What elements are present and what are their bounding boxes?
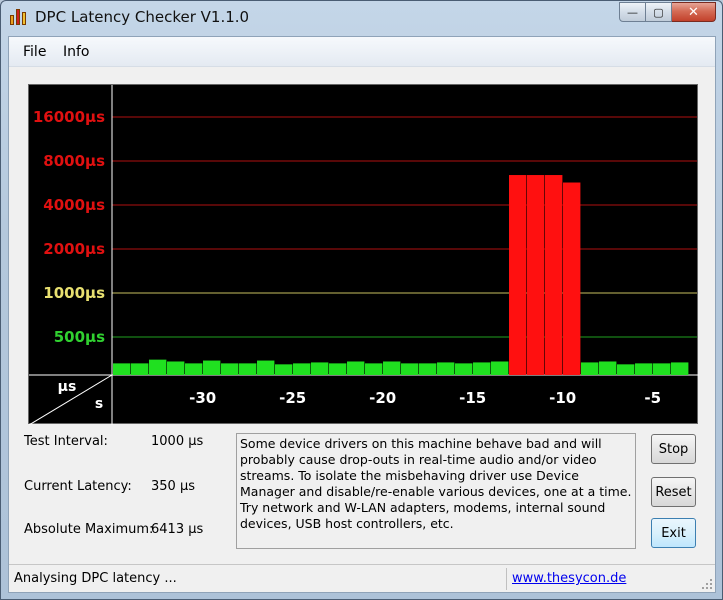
minimize-icon: — xyxy=(627,5,638,19)
current-latency-label: Current Latency: xyxy=(24,479,132,494)
close-button[interactable]: ✕ xyxy=(672,2,716,22)
bar xyxy=(635,363,653,375)
maximize-icon: ▢ xyxy=(653,5,664,19)
absolute-maximum-value: 6413 µs xyxy=(151,522,204,537)
absolute-maximum-label: Absolute Maximum: xyxy=(24,522,154,537)
bar xyxy=(401,363,419,375)
bar xyxy=(293,363,311,375)
y-tick-label: 8000µs xyxy=(43,152,105,170)
bar xyxy=(527,175,545,375)
exit-button[interactable]: Exit xyxy=(651,518,696,548)
bar xyxy=(311,362,329,375)
test-interval-label: Test Interval: xyxy=(24,434,108,449)
bar xyxy=(653,363,671,375)
bar xyxy=(131,363,149,375)
y-tick-label: 1000µs xyxy=(43,284,105,302)
x-tick-label: -30 xyxy=(189,389,216,407)
website-link[interactable]: www.thesycon.de xyxy=(512,571,626,586)
app-logo-icon xyxy=(9,7,27,25)
bar xyxy=(473,362,491,375)
y-tick-label: 4000µs xyxy=(43,196,105,214)
menu-bar: File Info xyxy=(9,37,715,67)
bar xyxy=(257,360,275,375)
x-tick-label: -15 xyxy=(459,389,486,407)
reset-button[interactable]: Reset xyxy=(651,477,696,507)
bar xyxy=(149,359,167,375)
window-title: DPC Latency Checker V1.1.0 xyxy=(35,8,250,26)
bar xyxy=(185,363,203,375)
status-text: Analysing DPC latency ... xyxy=(14,571,177,586)
app-window: DPC Latency Checker V1.1.0 — ▢ ✕ File In… xyxy=(0,0,723,600)
bar xyxy=(563,182,581,375)
client-area: File Info 16000µs 8000µs 4000µs 2000µs 1000µ… xyxy=(8,36,716,593)
minimize-button[interactable]: — xyxy=(619,2,646,22)
driver-message: Some device drivers on this machine beha… xyxy=(236,433,636,549)
latency-chart: 16000µs 8000µs 4000µs 2000µs 1000µs 500µs µs s -… xyxy=(28,84,699,425)
bar xyxy=(599,361,617,375)
menu-file[interactable]: File xyxy=(23,44,46,60)
bar xyxy=(437,362,455,375)
bar xyxy=(419,363,437,375)
bar xyxy=(617,364,635,375)
menu-info[interactable]: Info xyxy=(63,44,90,60)
bar xyxy=(203,360,221,375)
title-bar[interactable]: DPC Latency Checker V1.1.0 — ▢ ✕ xyxy=(1,1,722,35)
stop-button[interactable]: Stop xyxy=(651,434,696,464)
x-tick-label: -5 xyxy=(644,389,661,407)
bar xyxy=(275,364,293,375)
bar xyxy=(581,362,599,375)
bar xyxy=(347,361,365,375)
bar xyxy=(329,363,347,375)
bar xyxy=(221,363,239,375)
resize-grip-icon[interactable] xyxy=(701,578,713,590)
maximize-button[interactable]: ▢ xyxy=(646,2,672,22)
latency-chart-plot: 16000µs 8000µs 4000µs 2000µs 1000µs 500µs µs s -… xyxy=(29,85,699,425)
bar xyxy=(113,363,131,375)
close-icon: ✕ xyxy=(688,4,699,20)
test-interval-value: 1000 µs xyxy=(151,434,204,449)
bar xyxy=(365,363,383,375)
x-unit-label: s xyxy=(95,396,103,412)
current-latency-value: 350 µs xyxy=(151,479,195,494)
status-bar: Analysing DPC latency ... www.thesycon.d… xyxy=(9,564,715,592)
y-tick-label: 2000µs xyxy=(43,240,105,258)
y-unit-label: µs xyxy=(58,379,77,395)
status-separator xyxy=(506,568,507,590)
y-tick-label: 500µs xyxy=(54,328,105,346)
bar xyxy=(383,361,401,375)
bar xyxy=(167,361,185,375)
bar xyxy=(545,175,563,375)
bar xyxy=(491,361,509,375)
y-tick-label: 16000µs xyxy=(33,108,105,126)
caption-buttons: — ▢ ✕ xyxy=(619,2,716,22)
bar xyxy=(455,363,473,375)
x-tick-label: -10 xyxy=(549,389,576,407)
bar xyxy=(509,175,527,375)
bar xyxy=(671,362,689,375)
x-tick-label: -20 xyxy=(369,389,396,407)
bar xyxy=(239,363,257,375)
x-tick-label: -25 xyxy=(279,389,306,407)
